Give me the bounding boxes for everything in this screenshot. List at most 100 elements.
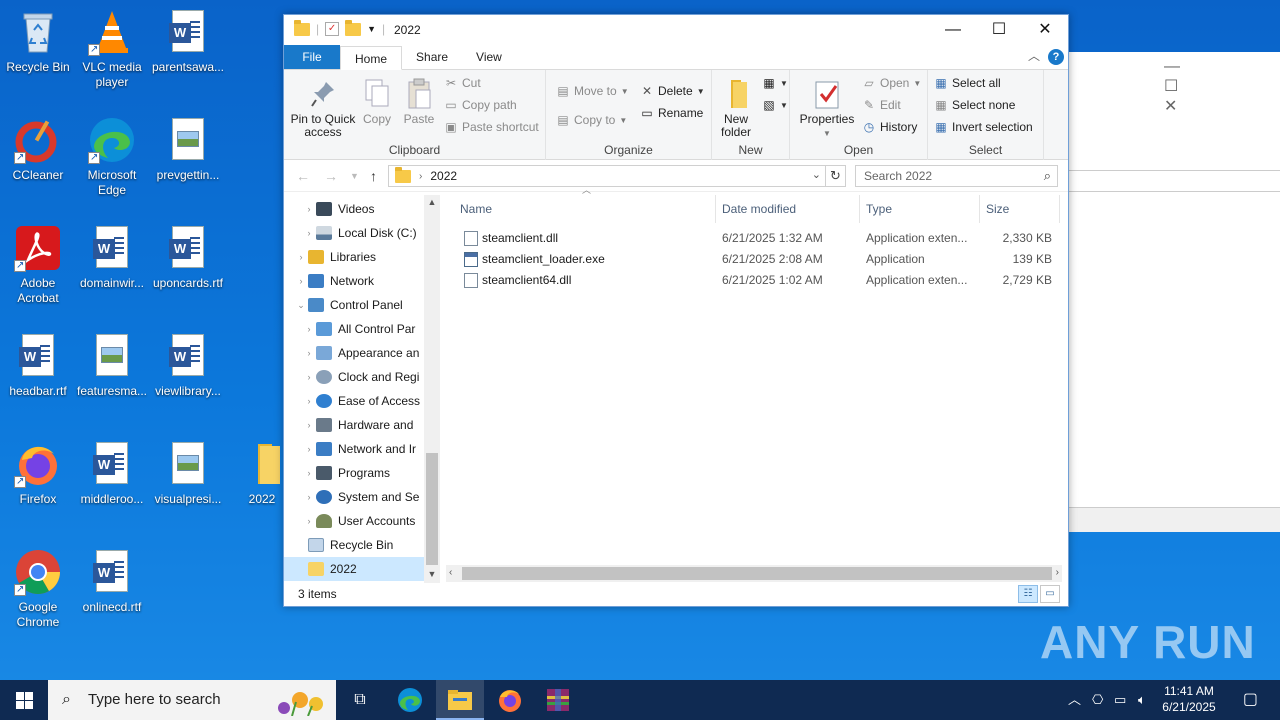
copy-path-button[interactable]: ▭ Copy path xyxy=(444,98,516,112)
help-icon[interactable]: ? xyxy=(1048,49,1064,65)
title-bar[interactable]: | ✓ ▼ | 2022 — ☐ ✕ xyxy=(284,15,1068,45)
copy-button[interactable]: Copy xyxy=(360,78,394,126)
collapse-ribbon-icon[interactable]: ︿ xyxy=(1028,47,1040,64)
desktop-icon-vlc[interactable]: VLC media player xyxy=(74,8,150,90)
notifications-icon[interactable]: ▢ xyxy=(1243,680,1258,720)
easy-access-button[interactable]: ▧ ▼ xyxy=(762,98,788,112)
horizontal-scrollbar[interactable]: ‹ › xyxy=(446,565,1062,582)
background-window[interactable]: — ☐ ✕ xyxy=(1068,52,1280,532)
desktop-icon-middleroo[interactable]: W middleroo... xyxy=(74,440,150,507)
refresh-button[interactable]: ↻ xyxy=(826,165,846,187)
tab-home[interactable]: Home xyxy=(340,46,403,70)
column-header-date-modified[interactable]: Date modified xyxy=(716,195,860,223)
desktop-icon-uponcards[interactable]: W uponcards.rtf xyxy=(150,224,226,291)
paste-button[interactable]: Paste xyxy=(400,78,438,126)
back-arrow-icon[interactable]: ← xyxy=(296,168,310,184)
close-button[interactable]: ✕ xyxy=(1022,15,1068,45)
clock[interactable]: 11:41 AM 6/21/2025 xyxy=(1154,683,1224,715)
select-all-button[interactable]: ▦ Select all xyxy=(934,76,1000,90)
search-input[interactable]: Search 2022 xyxy=(864,169,932,183)
taskbar-firefox[interactable] xyxy=(486,680,534,720)
maximize-button[interactable]: ☐ xyxy=(976,15,1022,45)
nav-item-local-disk[interactable]: › Local Disk (C:) xyxy=(284,221,424,245)
nav-item-network-internet[interactable]: › Network and Ir xyxy=(284,437,424,461)
details-view-icon[interactable]: ☷ xyxy=(1018,585,1038,603)
paste-shortcut-button[interactable]: ▣ Paste shortcut xyxy=(444,120,538,134)
scroll-left-icon[interactable]: ‹ xyxy=(449,567,452,578)
taskbar-edge[interactable] xyxy=(386,680,434,720)
tab-share[interactable]: Share xyxy=(402,45,462,69)
desktop-icon-firefox[interactable]: Firefox xyxy=(0,440,76,507)
desktop-icon-recycle-bin[interactable]: Recycle Bin xyxy=(0,8,76,75)
properties-button[interactable]: Properties ▼ xyxy=(794,78,860,140)
taskbar-winrar[interactable] xyxy=(534,680,582,720)
nav-item-clock-region[interactable]: › Clock and Regi xyxy=(284,365,424,389)
nav-pane-scrollbar[interactable]: ▲ ▼ xyxy=(424,195,440,583)
network-icon[interactable]: ▭ xyxy=(1114,680,1126,720)
breadcrumb-chevron-icon[interactable]: › xyxy=(419,171,422,182)
desktop-icon-ccleaner[interactable]: CCleaner xyxy=(0,116,76,183)
volume-icon[interactable]: 🔈︎ xyxy=(1138,680,1146,720)
desktop-icon-featuresma[interactable]: featuresma... xyxy=(74,332,150,399)
show-hidden-icons-icon[interactable]: ︿ xyxy=(1068,680,1081,720)
tab-file[interactable]: File xyxy=(284,45,340,69)
file-row[interactable]: steamclient64.dll 6/21/2025 1:02 AM Appl… xyxy=(442,270,1060,291)
nav-item-libraries[interactable]: › Libraries xyxy=(284,245,424,269)
scrollbar-thumb[interactable] xyxy=(426,453,438,565)
nav-item-recycle-bin[interactable]: Recycle Bin xyxy=(284,533,424,557)
nav-item-videos[interactable]: › Videos xyxy=(284,197,424,221)
copy-to-button[interactable]: ▤ Copy to ▼ xyxy=(556,113,627,127)
forward-arrow-icon[interactable]: → xyxy=(324,168,338,184)
taskbar-search-input[interactable]: Type here to search xyxy=(88,691,221,708)
recent-locations-icon[interactable]: ▼ xyxy=(350,171,359,181)
scroll-right-icon[interactable]: › xyxy=(1056,567,1059,578)
edit-button[interactable]: ✎ Edit xyxy=(862,98,901,112)
quick-access-dropdown-icon[interactable]: ▼ xyxy=(367,24,376,34)
address-bar[interactable]: › 2022 ⌄ xyxy=(388,165,826,187)
desktop-icon-headbar[interactable]: W headbar.rtf xyxy=(0,332,76,399)
search-box[interactable]: Search 2022 ⌕ xyxy=(855,165,1058,187)
nav-item-ease-of-access[interactable]: › Ease of Access xyxy=(284,389,424,413)
nav-item-programs[interactable]: › Programs xyxy=(284,461,424,485)
nav-item-control-panel[interactable]: ⌄ Control Panel xyxy=(284,293,424,317)
invert-selection-button[interactable]: ▦ Invert selection xyxy=(934,120,1032,134)
scrollbar-thumb[interactable] xyxy=(462,567,1052,580)
move-to-button[interactable]: ▤ Move to ▼ xyxy=(556,84,628,98)
nav-item-network[interactable]: › Network xyxy=(284,269,424,293)
scroll-down-icon[interactable]: ▼ xyxy=(424,569,440,579)
file-list[interactable]: ︿ Name Date modified Type Size steamclie… xyxy=(442,185,1068,583)
history-button[interactable]: ◷ History xyxy=(862,120,918,134)
nav-item-appearance[interactable]: › Appearance an xyxy=(284,341,424,365)
file-row[interactable]: steamclient.dll 6/21/2025 1:32 AM Applic… xyxy=(442,228,1060,249)
breadcrumb-2022[interactable]: 2022 xyxy=(430,169,457,183)
desktop-icon-domainwir[interactable]: W domainwir... xyxy=(74,224,150,291)
desktop-icon-onlinecd[interactable]: W onlinecd.rtf xyxy=(74,548,150,615)
desktop-icon-microsoft-edge[interactable]: Microsoft Edge xyxy=(74,116,150,198)
column-header-size[interactable]: Size xyxy=(980,195,1060,223)
select-none-button[interactable]: ▦ Select none xyxy=(934,98,1015,112)
new-folder-button[interactable]: New folder xyxy=(714,78,758,139)
address-dropdown-icon[interactable]: ⌄ xyxy=(812,168,821,181)
nav-item-2022[interactable]: 2022 xyxy=(284,557,424,581)
navigation-pane[interactable]: › Videos › Local Disk (C:) › Libraries › Net… xyxy=(284,195,440,583)
rename-button[interactable]: ▭ Rename xyxy=(640,106,703,120)
tab-view[interactable]: View xyxy=(462,45,516,69)
column-header-type[interactable]: Type xyxy=(860,195,980,223)
desktop-icon-parentsawa[interactable]: W parentsawa... xyxy=(150,8,226,75)
minimize-button[interactable]: — xyxy=(930,15,976,45)
cut-button[interactable]: ✂ Cut xyxy=(444,76,481,90)
desktop-icon-viewlibrary[interactable]: W viewlibrary... xyxy=(150,332,226,399)
pin-to-quick-access-button[interactable]: Pin to Quick access xyxy=(290,78,356,139)
nav-item-all-control-panel[interactable]: › All Control Par xyxy=(284,317,424,341)
delete-button[interactable]: ✕ Delete ▼ xyxy=(640,84,705,98)
up-arrow-icon[interactable]: ↑ xyxy=(370,168,377,184)
new-folder-quick-icon[interactable] xyxy=(345,19,362,36)
file-explorer-window[interactable]: | ✓ ▼ | 2022 — ☐ ✕ File Home Share View … xyxy=(283,14,1069,607)
desktop-icon-adobe-acrobat[interactable]: Adobe Acrobat xyxy=(0,224,76,306)
nav-item-hardware[interactable]: › Hardware and xyxy=(284,413,424,437)
large-icons-view-icon[interactable]: ▭ xyxy=(1040,585,1060,603)
desktop-icon-google-chrome[interactable]: Google Chrome xyxy=(0,548,76,630)
meet-now-icon[interactable]: ⎔ xyxy=(1092,680,1103,720)
taskbar-file-explorer[interactable] xyxy=(436,680,484,720)
task-view-button[interactable]: ⧉ xyxy=(336,680,384,720)
